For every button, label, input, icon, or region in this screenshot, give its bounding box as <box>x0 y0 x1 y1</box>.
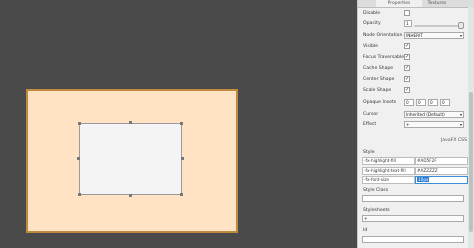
cursor-select[interactable]: Inherited (Default) ▾ <box>404 111 464 118</box>
id-input[interactable] <box>362 236 464 243</box>
scale-shape-checkbox[interactable]: ✓ <box>404 87 410 93</box>
cache-shape-checkbox[interactable]: ✓ <box>404 65 410 71</box>
style-property-3[interactable]: -fx-font-size <box>362 176 415 184</box>
focus-traversable-label: Focus Traversable <box>363 54 405 60</box>
node-orientation-value: INHERIT <box>406 33 423 38</box>
style-value-1[interactable]: #AD5F2F <box>415 157 468 165</box>
center-shape-checkbox[interactable]: ✓ <box>404 76 410 82</box>
style-row: -fx-highlight-text-fill #AZZZZZ <box>362 167 468 175</box>
visible-label: Visible <box>363 43 379 49</box>
resize-handle-se[interactable] <box>180 193 183 196</box>
row-effect: Effect + ▾ <box>358 120 468 129</box>
style-value-3-input[interactable]: 10px <box>415 176 468 184</box>
row-visible: Visible ✓ <box>358 42 468 51</box>
cache-shape-label: Cache Shape <box>363 65 394 71</box>
panel-tabs: Properties Textures <box>358 0 474 8</box>
row-focus-traversable: Focus Traversable ✓ <box>358 53 468 62</box>
opacity-slider-thumb[interactable] <box>458 22 464 29</box>
opaque-insets-top[interactable]: 0 <box>404 99 414 106</box>
cursor-label: Cursor <box>363 111 379 117</box>
row-opaque-insets: Opaque Insets 0 0 0 0 <box>358 98 468 107</box>
tab-textures[interactable]: Textures <box>422 0 452 7</box>
opaque-insets-label: Opaque Insets <box>363 99 397 105</box>
style-property-1[interactable]: -fx-highlight-fill <box>362 157 415 165</box>
panel-scrollbar-thumb[interactable] <box>469 92 473 232</box>
disable-label: Disable <box>363 10 381 16</box>
center-shape-label: Center Shape <box>363 76 395 82</box>
row-disable: Disable <box>358 9 468 18</box>
effect-value: + <box>406 122 410 127</box>
style-property-2[interactable]: -fx-highlight-text-fill <box>362 167 415 175</box>
resize-handle-w[interactable] <box>77 157 80 160</box>
stylesheets-label: Stylesheets <box>363 208 390 213</box>
style-class-input[interactable] <box>362 195 464 202</box>
scale-shape-label: Scale Shape <box>363 87 392 93</box>
node-orientation-select[interactable]: INHERIT ▾ <box>404 32 464 39</box>
opacity-slider[interactable] <box>414 25 464 27</box>
style-label: Style <box>363 150 375 155</box>
chevron-down-icon: ▾ <box>459 112 462 117</box>
cursor-value: Inherited (Default) <box>406 112 445 117</box>
selected-text: 10px <box>417 177 430 182</box>
node-orientation-label: Node Orientation <box>363 32 403 38</box>
style-row: -fx-highlight-fill #AD5F2F <box>362 157 468 165</box>
opaque-insets-bottom[interactable]: 0 <box>428 99 438 106</box>
opacity-label: Opacity <box>363 20 381 26</box>
style-value-2[interactable]: #AZZZZZ <box>415 167 468 175</box>
javafx-css-header: JavaFX CSS <box>441 138 467 143</box>
style-row: -fx-font-size 10px <box>362 176 468 184</box>
row-node-orientation: Node Orientation INHERIT ▾ <box>358 31 468 40</box>
resize-handle-e[interactable] <box>181 157 184 160</box>
plus-icon: + <box>364 216 368 221</box>
opaque-insets-right[interactable]: 0 <box>416 99 426 106</box>
focus-traversable-checkbox[interactable]: ✓ <box>404 54 410 60</box>
chevron-down-icon: ▾ <box>459 33 462 38</box>
disable-checkbox[interactable] <box>404 10 410 16</box>
row-center-shape: Center Shape ✓ <box>358 75 468 84</box>
effect-label: Effect <box>363 121 377 127</box>
effect-select[interactable]: + ▾ <box>404 121 464 128</box>
row-cursor: Cursor Inherited (Default) ▾ <box>358 110 468 119</box>
id-label: Id <box>363 228 368 233</box>
visible-checkbox[interactable]: ✓ <box>404 43 410 49</box>
row-scale-shape: Scale Shape ✓ <box>358 86 468 95</box>
resize-handle-n[interactable] <box>129 121 132 124</box>
style-class-label: Style Class <box>363 188 389 193</box>
tab-properties[interactable]: Properties <box>376 0 422 7</box>
opacity-input[interactable]: 1 <box>404 20 412 27</box>
resize-handle-nw[interactable] <box>78 122 81 125</box>
resize-handle-s[interactable] <box>129 194 132 197</box>
opaque-insets-left[interactable]: 0 <box>440 99 450 106</box>
resize-handle-sw[interactable] <box>78 193 81 196</box>
properties-panel: Properties Textures Disable Opacity 1 No… <box>357 0 474 248</box>
row-cache-shape: Cache Shape ✓ <box>358 64 468 73</box>
stylesheets-add-button[interactable]: + <box>362 215 464 222</box>
resize-handle-ne[interactable] <box>180 122 183 125</box>
chevron-down-icon: ▾ <box>459 122 462 127</box>
selected-node[interactable] <box>79 123 182 195</box>
